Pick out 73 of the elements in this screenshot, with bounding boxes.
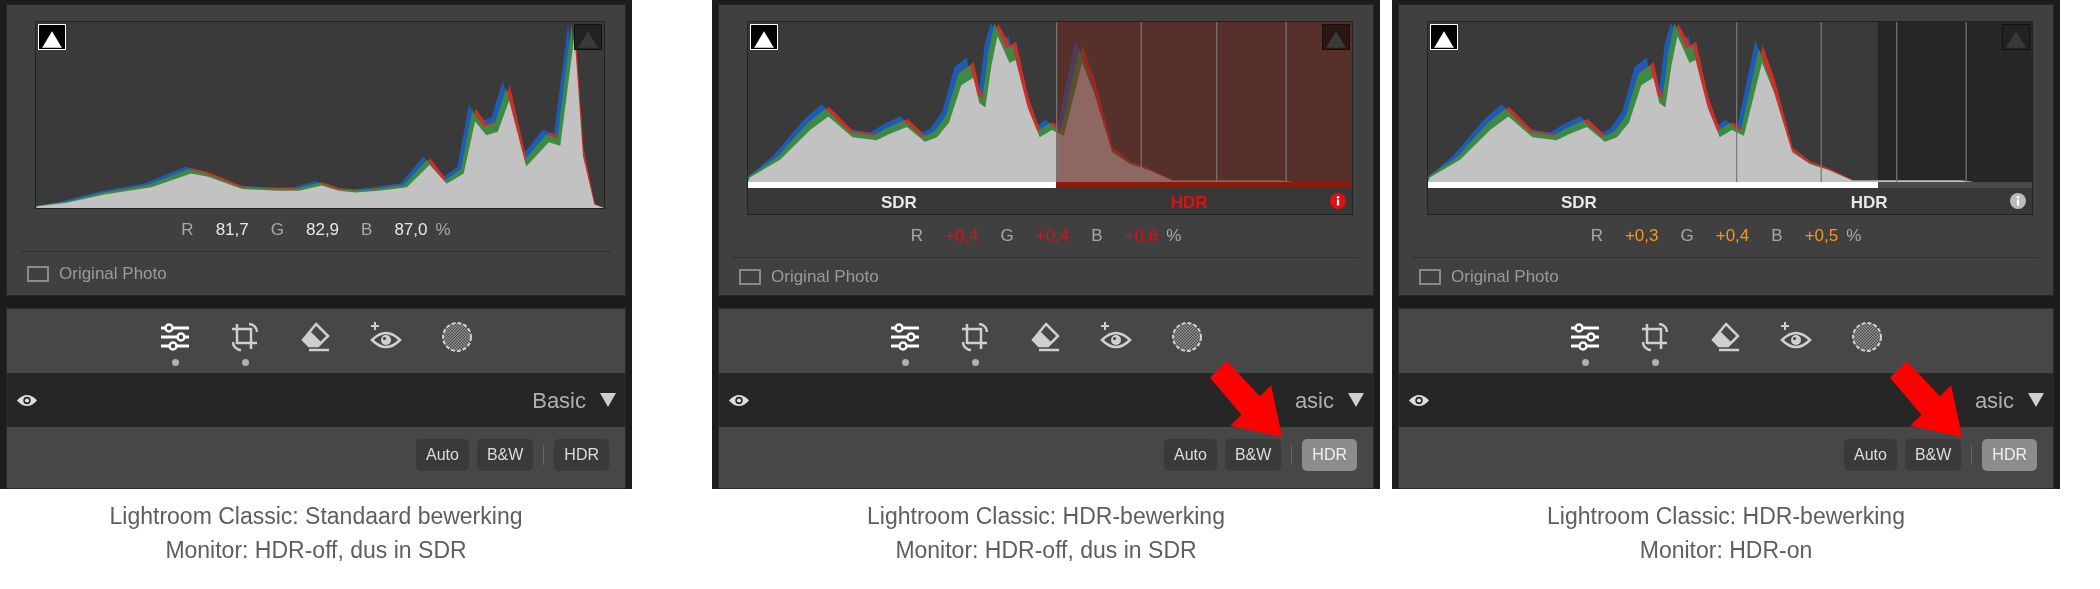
shadow-clipping-button[interactable] (38, 24, 66, 50)
preset-button[interactable]: B&W (1904, 439, 1962, 471)
unit-label: % (1166, 225, 1182, 248)
panel-title[interactable]: Basic (532, 383, 586, 417)
sliders-icon[interactable] (159, 321, 191, 353)
shadow-clipping-button[interactable] (750, 24, 778, 50)
highlight-clipping-button[interactable] (2002, 24, 2030, 50)
preset-button[interactable]: Auto (1163, 439, 1217, 471)
channel-label: R (1590, 225, 1603, 248)
caption-line: Monitor: HDR-off, dus in SDR (895, 536, 1197, 565)
eye-icon[interactable] (1408, 392, 1430, 408)
channel-value: +0,4 (944, 225, 979, 248)
channel-value: 81,7 (215, 219, 249, 242)
original-photo-label: Original Photo (1451, 265, 1559, 288)
highlight-clipping-button[interactable] (1322, 24, 1350, 50)
crop-icon[interactable] (229, 321, 261, 353)
caption-line: Monitor: HDR-on (1639, 536, 1813, 565)
original-photo-label: Original Photo (771, 265, 879, 288)
preset-button[interactable]: B&W (476, 439, 534, 471)
caption-line: Lightroom Classic: Standaard bewerking (109, 502, 523, 531)
original-photo-checkbox[interactable] (1419, 268, 1441, 285)
collapse-triangle-icon[interactable] (2028, 393, 2044, 407)
info-icon[interactable] (1330, 193, 1346, 209)
eraser-icon[interactable] (299, 321, 331, 353)
channel-label: B (1091, 225, 1103, 248)
caption-line: Lightroom Classic: HDR-bewerking (1547, 502, 1905, 531)
hdr-label: HDR (1170, 192, 1208, 214)
preset-button[interactable]: Auto (1843, 439, 1897, 471)
mask-icon[interactable] (441, 321, 473, 353)
panel-title[interactable]: asic (1974, 383, 2014, 417)
channel-value: +0,3 (1624, 225, 1659, 248)
sliders-icon[interactable] (889, 321, 921, 353)
mask-icon[interactable] (1851, 321, 1883, 353)
shadow-clipping-button[interactable] (1430, 24, 1458, 50)
channel-label: G (270, 219, 284, 242)
channel-label: R (910, 225, 923, 248)
preset-button[interactable]: HDR (554, 439, 609, 471)
sdr-label: SDR (880, 192, 917, 214)
original-photo-label: Original Photo (59, 262, 167, 285)
panel-title[interactable]: asic (1294, 383, 1334, 417)
unit-label: % (435, 219, 451, 242)
channel-label: B (361, 219, 373, 242)
preset-button[interactable]: B&W (1224, 439, 1282, 471)
unit-label: % (1846, 225, 1862, 248)
hdr-label: HDR (1850, 192, 1888, 214)
info-icon[interactable] (2010, 193, 2026, 209)
channel-value: +0,5 (1804, 225, 1839, 248)
channel-value: +0,4 (1715, 225, 1750, 248)
eraser-icon[interactable] (1709, 321, 1741, 353)
channel-value: +0,4 (1035, 225, 1070, 248)
sdr-label: SDR (1560, 192, 1597, 214)
channel-value: 87,0 (394, 219, 428, 242)
highlight-clipping-button[interactable] (574, 24, 602, 50)
collapse-triangle-icon[interactable] (600, 393, 616, 407)
channel-label: B (1771, 225, 1783, 248)
original-photo-checkbox[interactable] (739, 268, 761, 285)
channel-label: R (181, 219, 194, 242)
original-photo-checkbox[interactable] (27, 265, 49, 282)
collapse-triangle-icon[interactable] (1348, 393, 1364, 407)
eye-icon[interactable] (728, 392, 750, 408)
caption-line: Monitor: HDR-off, dus in SDR (165, 536, 467, 565)
channel-label: G (1000, 225, 1014, 248)
crop-icon[interactable] (959, 321, 991, 353)
caption-line: Lightroom Classic: HDR-bewerking (867, 502, 1225, 531)
crop-icon[interactable] (1639, 321, 1671, 353)
channel-value: +0,6 (1124, 225, 1159, 248)
eye-icon[interactable] (16, 392, 38, 408)
sliders-icon[interactable] (1569, 321, 1601, 353)
channel-value: 82,9 (305, 219, 340, 242)
eraser-icon[interactable] (1029, 321, 1061, 353)
channel-label: G (1680, 225, 1694, 248)
mask-icon[interactable] (1171, 321, 1203, 353)
preset-button[interactable]: Auto (415, 439, 469, 471)
